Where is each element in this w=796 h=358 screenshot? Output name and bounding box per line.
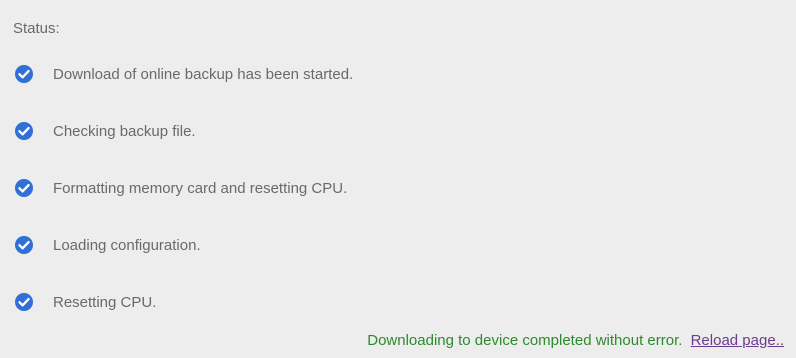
status-step: Download of online backup has been start…	[14, 62, 353, 86]
status-step-label: Loading configuration.	[53, 236, 201, 254]
check-circle-icon	[15, 65, 33, 83]
status-heading: Status:	[13, 20, 60, 37]
status-step-label: Checking backup file.	[53, 122, 196, 140]
status-step-list: Download of online backup has been start…	[14, 62, 353, 347]
status-step-label: Formatting memory card and resetting CPU…	[53, 179, 348, 197]
check-circle-icon	[15, 293, 33, 311]
reload-page-link[interactable]: Reload page..	[691, 332, 784, 349]
check-circle-icon	[15, 236, 33, 254]
status-step-label: Download of online backup has been start…	[53, 65, 354, 83]
check-circle-icon	[15, 179, 33, 197]
status-panel: Status: Download of online backup has be…	[0, 0, 796, 358]
status-step: Loading configuration.	[14, 233, 353, 257]
status-step-label: Resetting CPU.	[53, 293, 157, 311]
completion-message: Downloading to device completed without …	[367, 332, 683, 349]
status-step: Checking backup file.	[14, 119, 353, 143]
check-circle-icon	[15, 122, 33, 140]
status-step: Formatting memory card and resetting CPU…	[14, 176, 353, 200]
completion-footer: Downloading to device completed without …	[367, 332, 784, 349]
status-step: Resetting CPU.	[14, 290, 353, 314]
